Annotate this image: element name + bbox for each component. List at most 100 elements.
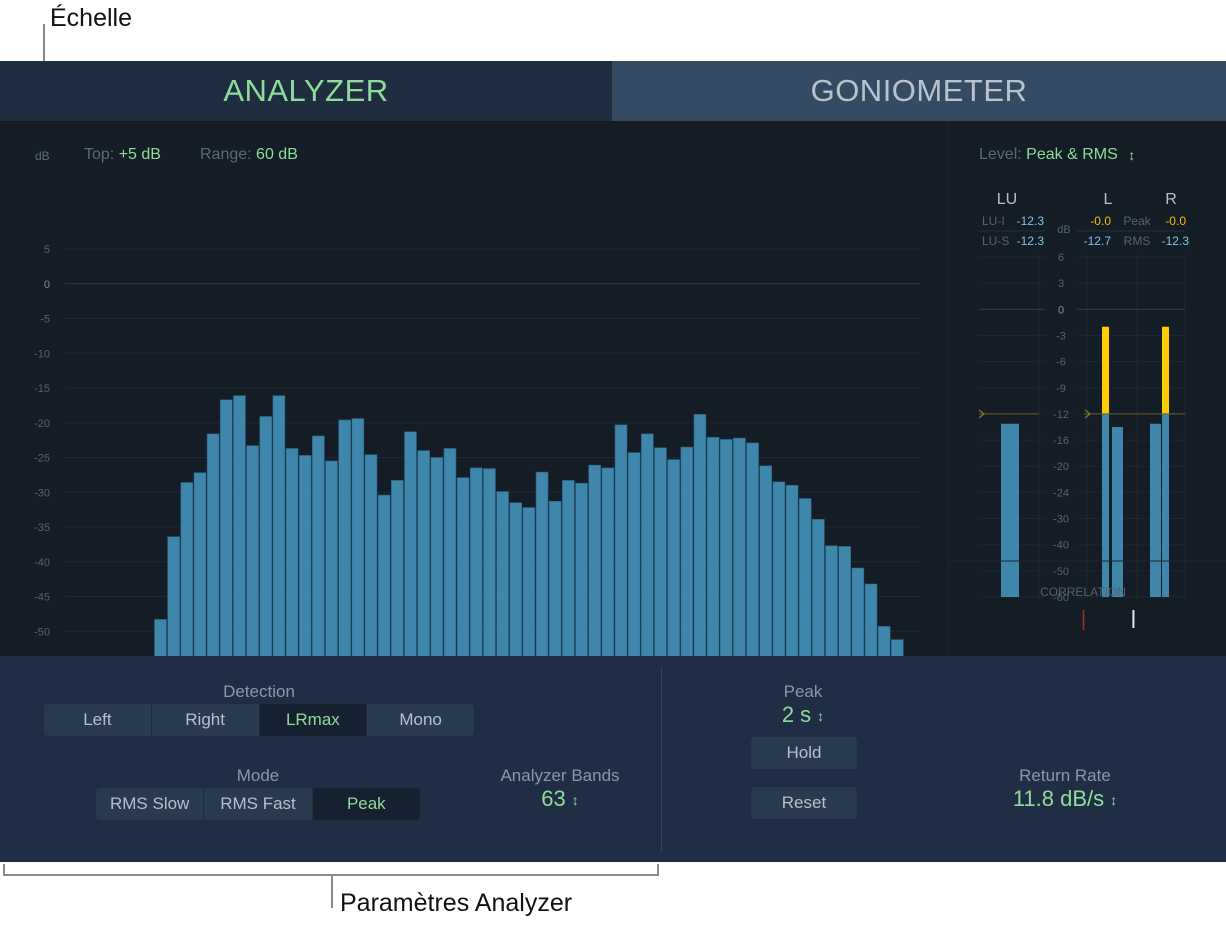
spectrum-bar [588, 464, 601, 656]
y-tick-label: -35 [34, 522, 50, 534]
peak-l-value: -0.0 [1090, 214, 1111, 228]
meter-db-label: dB [1057, 224, 1070, 236]
reset-button[interactable]: Reset [751, 787, 857, 819]
y-tick-label: 5 [44, 244, 50, 256]
spectrum-bar [746, 442, 759, 656]
detection-right-button[interactable]: Right [151, 704, 260, 736]
meter-scale-label: -9 [1056, 383, 1066, 395]
meter-scale-label: -40 [1053, 540, 1069, 552]
mode-rms-slow-button[interactable]: RMS Slow [96, 788, 205, 820]
lu-i-label: LU-I [982, 214, 1005, 228]
spectrum-bar [417, 450, 430, 656]
rms-label: RMS [1124, 234, 1151, 248]
spectrum-bar [469, 467, 483, 656]
spectrum-bar [759, 465, 773, 656]
peak-value[interactable]: 2 s [782, 702, 811, 727]
meter-scale-label: -6 [1056, 357, 1066, 369]
lu-meter-bar [1001, 423, 1019, 597]
meter-scale-label: -12 [1053, 409, 1069, 421]
level-meters-panel: Level: Peak & RMS ↕ LU L R LU-I -12.3 LU-S -12… [948, 121, 1226, 656]
detection-mono-button[interactable]: Mono [367, 704, 474, 736]
spectrum-bar [443, 448, 457, 656]
spectrum-bar [575, 482, 588, 656]
spectrum-bar [180, 482, 194, 656]
tab-analyzer[interactable]: ANALYZER [0, 61, 612, 121]
spectrum-bar [285, 448, 299, 656]
spectrum-bar [693, 414, 707, 656]
spectrum-bar [706, 437, 720, 656]
spectrum-bar [351, 418, 365, 656]
lu-i-value: -12.3 [1017, 214, 1045, 228]
y-tick-label: -15 [34, 383, 50, 395]
y-tick-label: -45 [34, 592, 50, 604]
stepper-icon[interactable]: ↕ [1110, 792, 1117, 808]
spectrum-bar [785, 484, 799, 656]
tab-goniometer[interactable]: GONIOMETER [612, 61, 1226, 121]
spectrum-bar [667, 459, 680, 656]
stepper-icon[interactable]: ↕ [572, 792, 579, 808]
spectrum-bar [430, 457, 444, 656]
spectrum-chart: 50-5-10-15-20-25-30-35-40-45-50-55163162… [34, 244, 920, 656]
peak-label: Peak [1123, 214, 1151, 228]
spectrum-bar [535, 471, 549, 656]
l-rms-bar [1102, 413, 1109, 597]
spectrum-bar [891, 639, 904, 656]
spectrum-bar [298, 455, 312, 656]
detection-lrmax-button[interactable]: LRmax [259, 704, 368, 736]
detection-left-button[interactable]: Left [44, 704, 152, 736]
return-rate-control[interactable]: 11.8 dB/s ↕ [960, 786, 1170, 812]
spectrum-bar [522, 507, 536, 656]
spectrum-bar [206, 433, 220, 656]
y-tick-label: -50 [34, 626, 50, 638]
detection-segmented-control: Left Right LRmax Mono [44, 704, 474, 736]
hold-button[interactable]: Hold [751, 737, 857, 769]
spectrum-bar [246, 445, 259, 656]
spectrum-bar [614, 424, 628, 656]
analyzer-bands-value[interactable]: 63 ↕ [480, 786, 640, 812]
spectrum-bar [167, 536, 180, 656]
settings-bracket-right [657, 864, 659, 876]
mode-peak-button[interactable]: Peak [312, 788, 420, 820]
y-tick-label: -40 [34, 557, 50, 569]
r-rms-bar [1162, 413, 1169, 597]
analyzer-bands-number[interactable]: 63 [541, 786, 565, 811]
stepper-icon[interactable]: ↕ [817, 708, 824, 724]
spectrum-bar [364, 454, 378, 656]
settings-callout-label: Paramètres Analyzer [340, 889, 573, 917]
y-tick-label: -20 [34, 418, 50, 430]
spectrum-bar [377, 494, 391, 656]
spectrum-bar [825, 545, 838, 656]
lu-s-value: -12.3 [1017, 234, 1045, 248]
section-divider [661, 666, 662, 852]
spectrum-bar [259, 416, 273, 656]
return-rate-value[interactable]: 11.8 dB/s [1013, 786, 1104, 811]
spectrum-bar [719, 439, 733, 656]
analyzer-bands-label: Analyzer Bands [500, 766, 620, 785]
y-tick-label: -25 [34, 453, 50, 465]
spectrum-bar [772, 481, 786, 656]
mode-rms-fast-button[interactable]: RMS Fast [204, 788, 313, 820]
rms-l-value: -12.7 [1084, 234, 1112, 248]
peak-r-value: -0.0 [1165, 214, 1186, 228]
spectrum-bar [391, 480, 404, 656]
spectrum-bar [338, 419, 351, 656]
spectrum-bar [193, 472, 207, 656]
r-secondary-bar [1150, 423, 1161, 597]
spectrum-bar [838, 546, 851, 656]
spectrum-bar [312, 435, 325, 656]
tab-bar: ANALYZER GONIOMETER [0, 61, 1226, 121]
settings-bracket-left [3, 864, 5, 876]
lu-header: LU [997, 191, 1017, 208]
meters-graphic: LU L R LU-I -12.3 LU-S -12.3 dB -0.0 Peak -0.0 -12.… [949, 191, 1226, 631]
spectrum-bar [562, 480, 575, 656]
rms-r-value: -12.3 [1162, 234, 1190, 248]
mode-segmented-control: RMS Slow RMS Fast Peak [96, 788, 420, 820]
l-header: L [1104, 191, 1113, 208]
settings-callout-stem [331, 874, 333, 908]
meter-scale-label: -30 [1053, 514, 1069, 526]
spectrum-bar [812, 519, 825, 656]
peak-value-control[interactable]: 2 s ↕ [740, 702, 866, 728]
spectrum-bar [548, 500, 562, 656]
spectrum-bar [877, 626, 891, 656]
meter-scale-label: -3 [1056, 330, 1066, 342]
